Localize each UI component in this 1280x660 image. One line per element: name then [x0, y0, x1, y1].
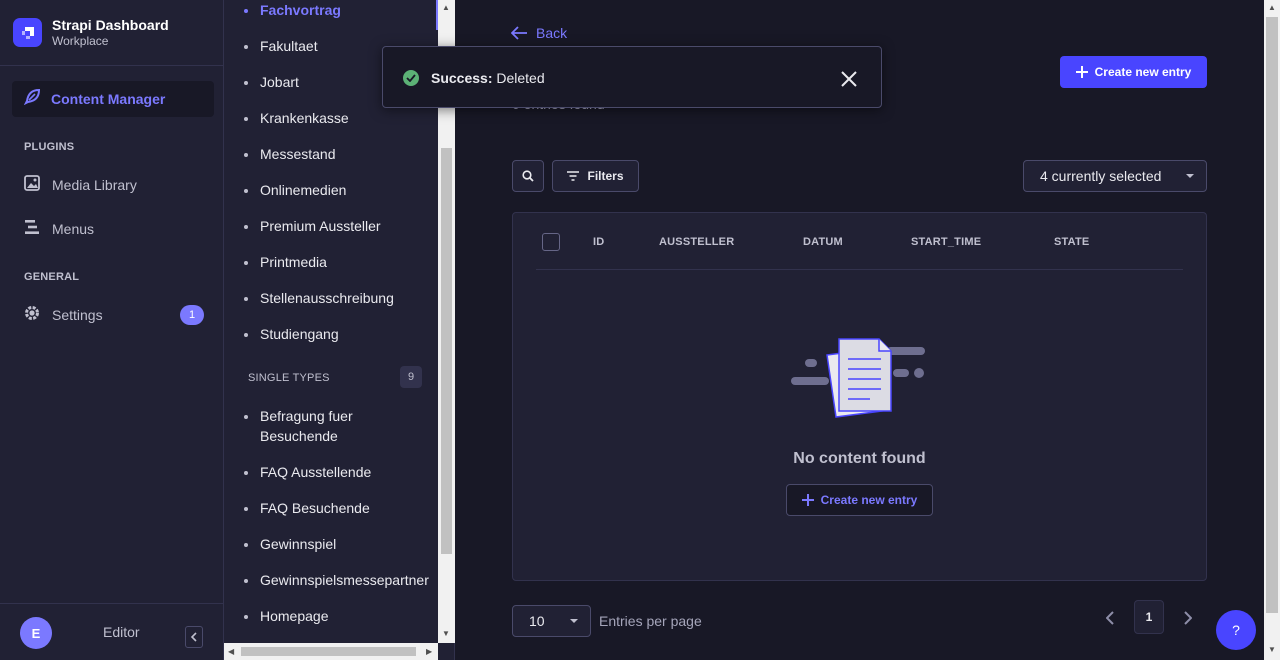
column-header-id[interactable]: ID: [593, 236, 604, 248]
empty-create-label: Create new entry: [820, 493, 918, 507]
single-types-title: SINGLE TYPES: [248, 372, 330, 384]
scroll-thumb[interactable]: [441, 148, 452, 554]
gear-icon: [24, 305, 40, 326]
empty-create-entry-button[interactable]: Create new entry: [786, 484, 933, 516]
nav-item-label: Menus: [52, 221, 95, 237]
subnav-item-premium-aussteller[interactable]: Premium Aussteller: [244, 216, 381, 236]
nav-footer: E Editor: [0, 603, 223, 660]
page-scrollbar[interactable]: ▲ ▼: [1264, 0, 1280, 660]
plus-icon: [801, 494, 814, 506]
back-label: Back: [536, 25, 568, 41]
columns-select[interactable]: 4 currently selected: [1023, 160, 1207, 192]
scroll-up-icon[interactable]: ▲: [1268, 4, 1276, 12]
subnav-item-stellenausschreibung[interactable]: Stellenausschreibung: [244, 288, 394, 308]
scroll-thumb[interactable]: [241, 647, 416, 656]
scroll-up-icon[interactable]: ▲: [442, 4, 450, 12]
subnav-item-studiengang[interactable]: Studiengang: [244, 324, 339, 344]
subnav-item-messestand[interactable]: Messestand: [243, 144, 335, 164]
empty-documents-icon: [791, 333, 927, 424]
collapse-nav-button[interactable]: [185, 626, 203, 648]
subnav-item-homepage[interactable]: Homepage: [244, 606, 329, 626]
filters-label: Filters: [587, 169, 624, 183]
subnav-item-gewinnspielsmessepartner[interactable]: Gewinnspielsmessepartner: [244, 570, 429, 590]
chevron-left-icon: [190, 632, 197, 642]
avatar[interactable]: E: [20, 617, 52, 649]
plugins-section-title: PLUGINS: [24, 141, 75, 153]
nav-item-menus[interactable]: Menus: [24, 217, 204, 241]
close-toast-button[interactable]: [839, 69, 859, 89]
caret-down-icon: [570, 619, 578, 623]
toast-title: Success:: [431, 70, 493, 86]
nav-item-label: Content Manager: [51, 91, 166, 107]
subnav-item-befragung[interactable]: Befragung fuer Besuchende: [244, 406, 390, 446]
select-all-checkbox[interactable]: [542, 233, 560, 251]
per-page-value: 10: [529, 613, 545, 629]
column-header-datum[interactable]: DATUM: [803, 236, 843, 248]
next-page-button[interactable]: [1175, 606, 1199, 630]
scroll-left-icon[interactable]: ◀: [228, 648, 234, 656]
column-header-aussteller[interactable]: AUSSTELLER: [659, 236, 734, 248]
brand[interactable]: Strapi Dashboard Workplace: [0, 0, 223, 66]
subnav-item-printmedia[interactable]: Printmedia: [244, 252, 327, 272]
toast-text: Deleted: [496, 70, 545, 86]
single-types-count: 9: [400, 366, 422, 388]
per-page-label: Entries per page: [599, 613, 702, 629]
success-toast: Success: Deleted: [382, 46, 882, 108]
scroll-right-icon[interactable]: ▶: [426, 648, 432, 656]
menu-lines-icon: [24, 219, 40, 240]
user-name: Editor: [103, 624, 140, 640]
brand-subtitle: Workplace: [52, 33, 109, 48]
subnav-horizontal-scrollbar[interactable]: ◀ ▶: [224, 643, 438, 660]
column-header-state[interactable]: STATE: [1054, 236, 1089, 248]
subnav-item-fakultaet[interactable]: Fakultaet: [244, 36, 318, 56]
nav-item-media-library[interactable]: Media Library: [24, 173, 204, 197]
subnav-item-fachvortrag[interactable]: Fachvortrag: [244, 0, 341, 20]
back-link[interactable]: Back: [511, 25, 567, 41]
scroll-down-icon[interactable]: ▼: [442, 630, 450, 638]
chevron-right-icon: [1183, 611, 1192, 625]
feather-icon: [23, 88, 41, 110]
nav-item-settings[interactable]: Settings 1: [24, 303, 204, 327]
scroll-down-icon[interactable]: ▼: [1268, 646, 1276, 654]
general-section-title: GENERAL: [24, 271, 80, 283]
subnav-item-jobart[interactable]: Jobart: [244, 72, 299, 92]
chevron-left-icon: [1105, 611, 1114, 625]
column-header-start-time[interactable]: START_TIME: [911, 236, 981, 248]
help-button[interactable]: ?: [1216, 610, 1256, 650]
header-divider: [536, 269, 1183, 270]
filters-button[interactable]: Filters: [552, 160, 639, 192]
brand-title: Strapi Dashboard: [52, 16, 169, 33]
strapi-logo-icon: [13, 18, 42, 47]
page-number-button[interactable]: 1: [1134, 600, 1164, 634]
create-label: Create new entry: [1094, 65, 1192, 79]
search-button[interactable]: [512, 160, 544, 192]
main-nav: Strapi Dashboard Workplace Content Manag…: [0, 0, 224, 660]
nav-item-content-manager[interactable]: Content Manager: [12, 81, 214, 117]
subnav-item-gewinnspiel[interactable]: Gewinnspiel: [243, 534, 336, 554]
settings-badge: 1: [180, 305, 204, 325]
subnav-item-onlinemedien[interactable]: Onlinemedien: [243, 180, 346, 200]
subnav-item-krankenkasse[interactable]: Krankenkasse: [244, 108, 349, 128]
nav-item-label: Settings: [52, 307, 103, 323]
search-icon: [522, 170, 534, 182]
subnav-item-faq-ausstellende[interactable]: FAQ Ausstellende: [243, 462, 371, 482]
image-icon: [24, 174, 40, 196]
previous-page-button[interactable]: [1098, 606, 1122, 630]
check-circle-icon: [403, 70, 419, 86]
arrow-left-icon: [511, 26, 527, 40]
nav-item-label: Media Library: [52, 177, 137, 193]
columns-select-value: 4 currently selected: [1040, 168, 1162, 184]
empty-state-text: No content found: [793, 450, 926, 467]
plus-icon: [1075, 66, 1088, 78]
entries-table: ID AUSSTELLER DATUM START_TIME STATE No …: [512, 212, 1207, 581]
scroll-thumb[interactable]: [1266, 17, 1278, 613]
per-page-select[interactable]: 10: [512, 605, 591, 637]
toast-message: Success: Deleted: [431, 70, 545, 86]
subnav-item-faq-besuchende[interactable]: FAQ Besuchende: [244, 498, 370, 518]
filter-icon: [567, 171, 580, 181]
caret-down-icon: [1186, 174, 1194, 178]
create-new-entry-button[interactable]: Create new entry: [1060, 56, 1207, 88]
close-icon: [841, 71, 857, 87]
